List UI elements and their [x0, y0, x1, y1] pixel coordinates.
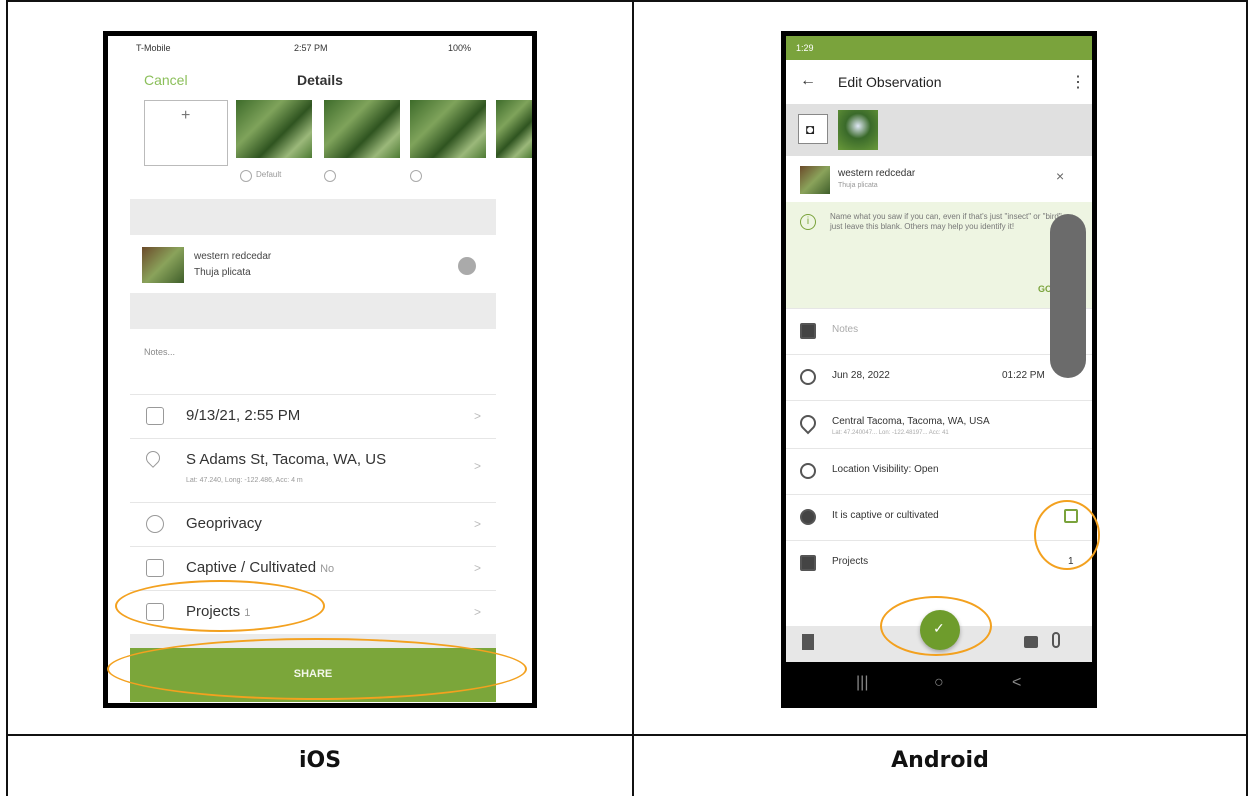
photo-thumbnail[interactable] — [496, 100, 532, 158]
species-scientific-name: Thuja plicata — [838, 182, 878, 189]
location-coordinates: Lat: 47.240047... Lon: -122.48197... Acc… — [832, 430, 949, 436]
chevron-right-icon: > — [474, 561, 482, 575]
species-scientific-name: Thuja plicata — [194, 267, 251, 278]
plus-icon: + — [181, 107, 191, 124]
photo-radio[interactable] — [324, 170, 336, 182]
default-photo-radio[interactable] — [240, 170, 252, 182]
captive-label: Captive / Cultivated No — [186, 559, 335, 576]
species-thumbnail — [800, 166, 830, 194]
info-icon[interactable] — [458, 257, 476, 275]
identification-tip: i Name what you saw if you can, even if … — [786, 202, 1092, 308]
status-time: 1:29 — [796, 43, 814, 53]
time-label: 01:22 PM — [1002, 370, 1045, 381]
overflow-menu-icon[interactable]: ⋮ — [1070, 72, 1086, 92]
geoprivacy-row[interactable]: Geoprivacy > — [130, 502, 496, 546]
ios-nav-bar: Cancel Details — [108, 60, 532, 98]
default-label: Default — [256, 170, 282, 179]
section-divider — [130, 199, 496, 235]
captive-label: It is captive or cultivated — [832, 510, 939, 521]
table-border-top — [6, 0, 1248, 2]
notes-field[interactable]: Notes — [832, 324, 858, 335]
species-row[interactable]: western redcedar Thuja plicata — [130, 241, 496, 289]
species-common-name: western redcedar — [838, 168, 916, 179]
location-label: S Adams St, Tacoma, WA, US — [186, 451, 387, 468]
scroll-handle[interactable] — [1050, 214, 1086, 378]
ios-status-bar: T-Mobile 2:57 PM 100% — [108, 36, 532, 60]
calendar-icon — [146, 407, 164, 425]
microphone-icon[interactable] — [1052, 632, 1060, 648]
ios-caption: iOS — [298, 748, 342, 773]
species-thumbnail — [142, 247, 184, 283]
captive-icon — [146, 559, 164, 577]
briefcase-icon — [800, 555, 816, 571]
status-time: 2:57 PM — [294, 43, 328, 53]
table-divider-vertical — [632, 0, 634, 796]
photo-thumbnail[interactable] — [838, 110, 878, 150]
camera-icon[interactable] — [1024, 636, 1038, 648]
chevron-right-icon: > — [474, 409, 482, 423]
photo-thumbnail[interactable] — [324, 100, 400, 158]
photo-strip: + Default — [108, 98, 532, 188]
notes-field[interactable]: Notes... — [144, 347, 175, 357]
close-icon[interactable]: × — [1056, 168, 1064, 184]
back-arrow-icon[interactable]: ← — [800, 72, 816, 90]
trash-icon[interactable] — [802, 634, 814, 650]
captive-icon — [800, 509, 816, 525]
clock-icon — [800, 369, 816, 385]
date-row[interactable]: 9/13/21, 2:55 PM > — [130, 394, 496, 438]
chevron-right-icon: > — [474, 605, 482, 619]
carrier-label: T-Mobile — [136, 43, 171, 53]
system-back-button[interactable]: < — [1012, 674, 1021, 692]
highlight-save-android — [880, 596, 992, 656]
android-status-bar: 1:29 — [786, 36, 1092, 60]
table-border-right — [1246, 0, 1248, 796]
location-coordinates: Lat: 47.240, Long: -122.486, Acc: 4 m — [186, 477, 303, 484]
chevron-right-icon: > — [474, 459, 482, 473]
info-icon: i — [800, 214, 816, 230]
date-row[interactable]: Jun 28, 2022 01:22 PM — [786, 354, 1092, 400]
android-caption: Android — [891, 748, 989, 773]
globe-icon — [146, 515, 164, 533]
table-border-left — [6, 0, 8, 796]
species-row[interactable]: western redcedar Thuja plicata × — [786, 156, 1092, 202]
photo-thumbnail[interactable] — [410, 100, 486, 158]
location-pin-icon — [143, 448, 163, 468]
photo-thumbnail[interactable] — [236, 100, 312, 158]
battery-label: 100% — [448, 43, 472, 53]
page-title: Edit Observation — [838, 74, 942, 90]
chevron-right-icon: > — [474, 517, 482, 531]
date-label: 9/13/21, 2:55 PM — [186, 407, 301, 424]
highlight-share-ios — [107, 638, 527, 700]
visibility-label: Location Visibility: Open — [832, 464, 939, 475]
section-divider — [130, 293, 496, 329]
location-pin-icon — [796, 411, 820, 435]
globe-icon — [800, 463, 816, 479]
android-app-bar: ← Edit Observation ⋮ — [786, 60, 1092, 104]
recents-button[interactable]: ||| — [856, 674, 868, 692]
projects-label: Projects — [832, 556, 869, 567]
page-title: Details — [297, 72, 343, 88]
add-photo-button[interactable]: + — [144, 100, 228, 166]
tip-text: Name what you saw if you can, even if th… — [830, 212, 1074, 231]
camera-icon: ◘ — [806, 121, 815, 137]
location-row[interactable]: S Adams St, Tacoma, WA, US Lat: 47.240, … — [130, 438, 496, 494]
notes-row[interactable]: Notes — [786, 308, 1092, 354]
highlight-projects-android — [1034, 500, 1100, 570]
species-common-name: western redcedar — [194, 251, 272, 262]
photo-strip: ◘ — [786, 104, 1092, 156]
table-divider-horizontal — [6, 734, 1248, 736]
date-label: Jun 28, 2022 — [832, 370, 890, 381]
location-label: Central Tacoma, Tacoma, WA, USA — [832, 416, 990, 427]
home-button[interactable]: ○ — [934, 674, 944, 692]
geoprivacy-label: Geoprivacy — [186, 515, 262, 532]
highlight-projects-ios — [115, 580, 325, 632]
location-row[interactable]: Central Tacoma, Tacoma, WA, USA Lat: 47.… — [786, 400, 1092, 448]
android-system-nav: ||| ○ < — [786, 662, 1092, 703]
add-photo-button[interactable]: ◘ — [798, 114, 828, 144]
visibility-row[interactable]: Location Visibility: Open — [786, 448, 1092, 494]
photo-radio[interactable] — [410, 170, 422, 182]
clipboard-icon — [800, 323, 816, 339]
captive-value: No — [320, 563, 335, 575]
